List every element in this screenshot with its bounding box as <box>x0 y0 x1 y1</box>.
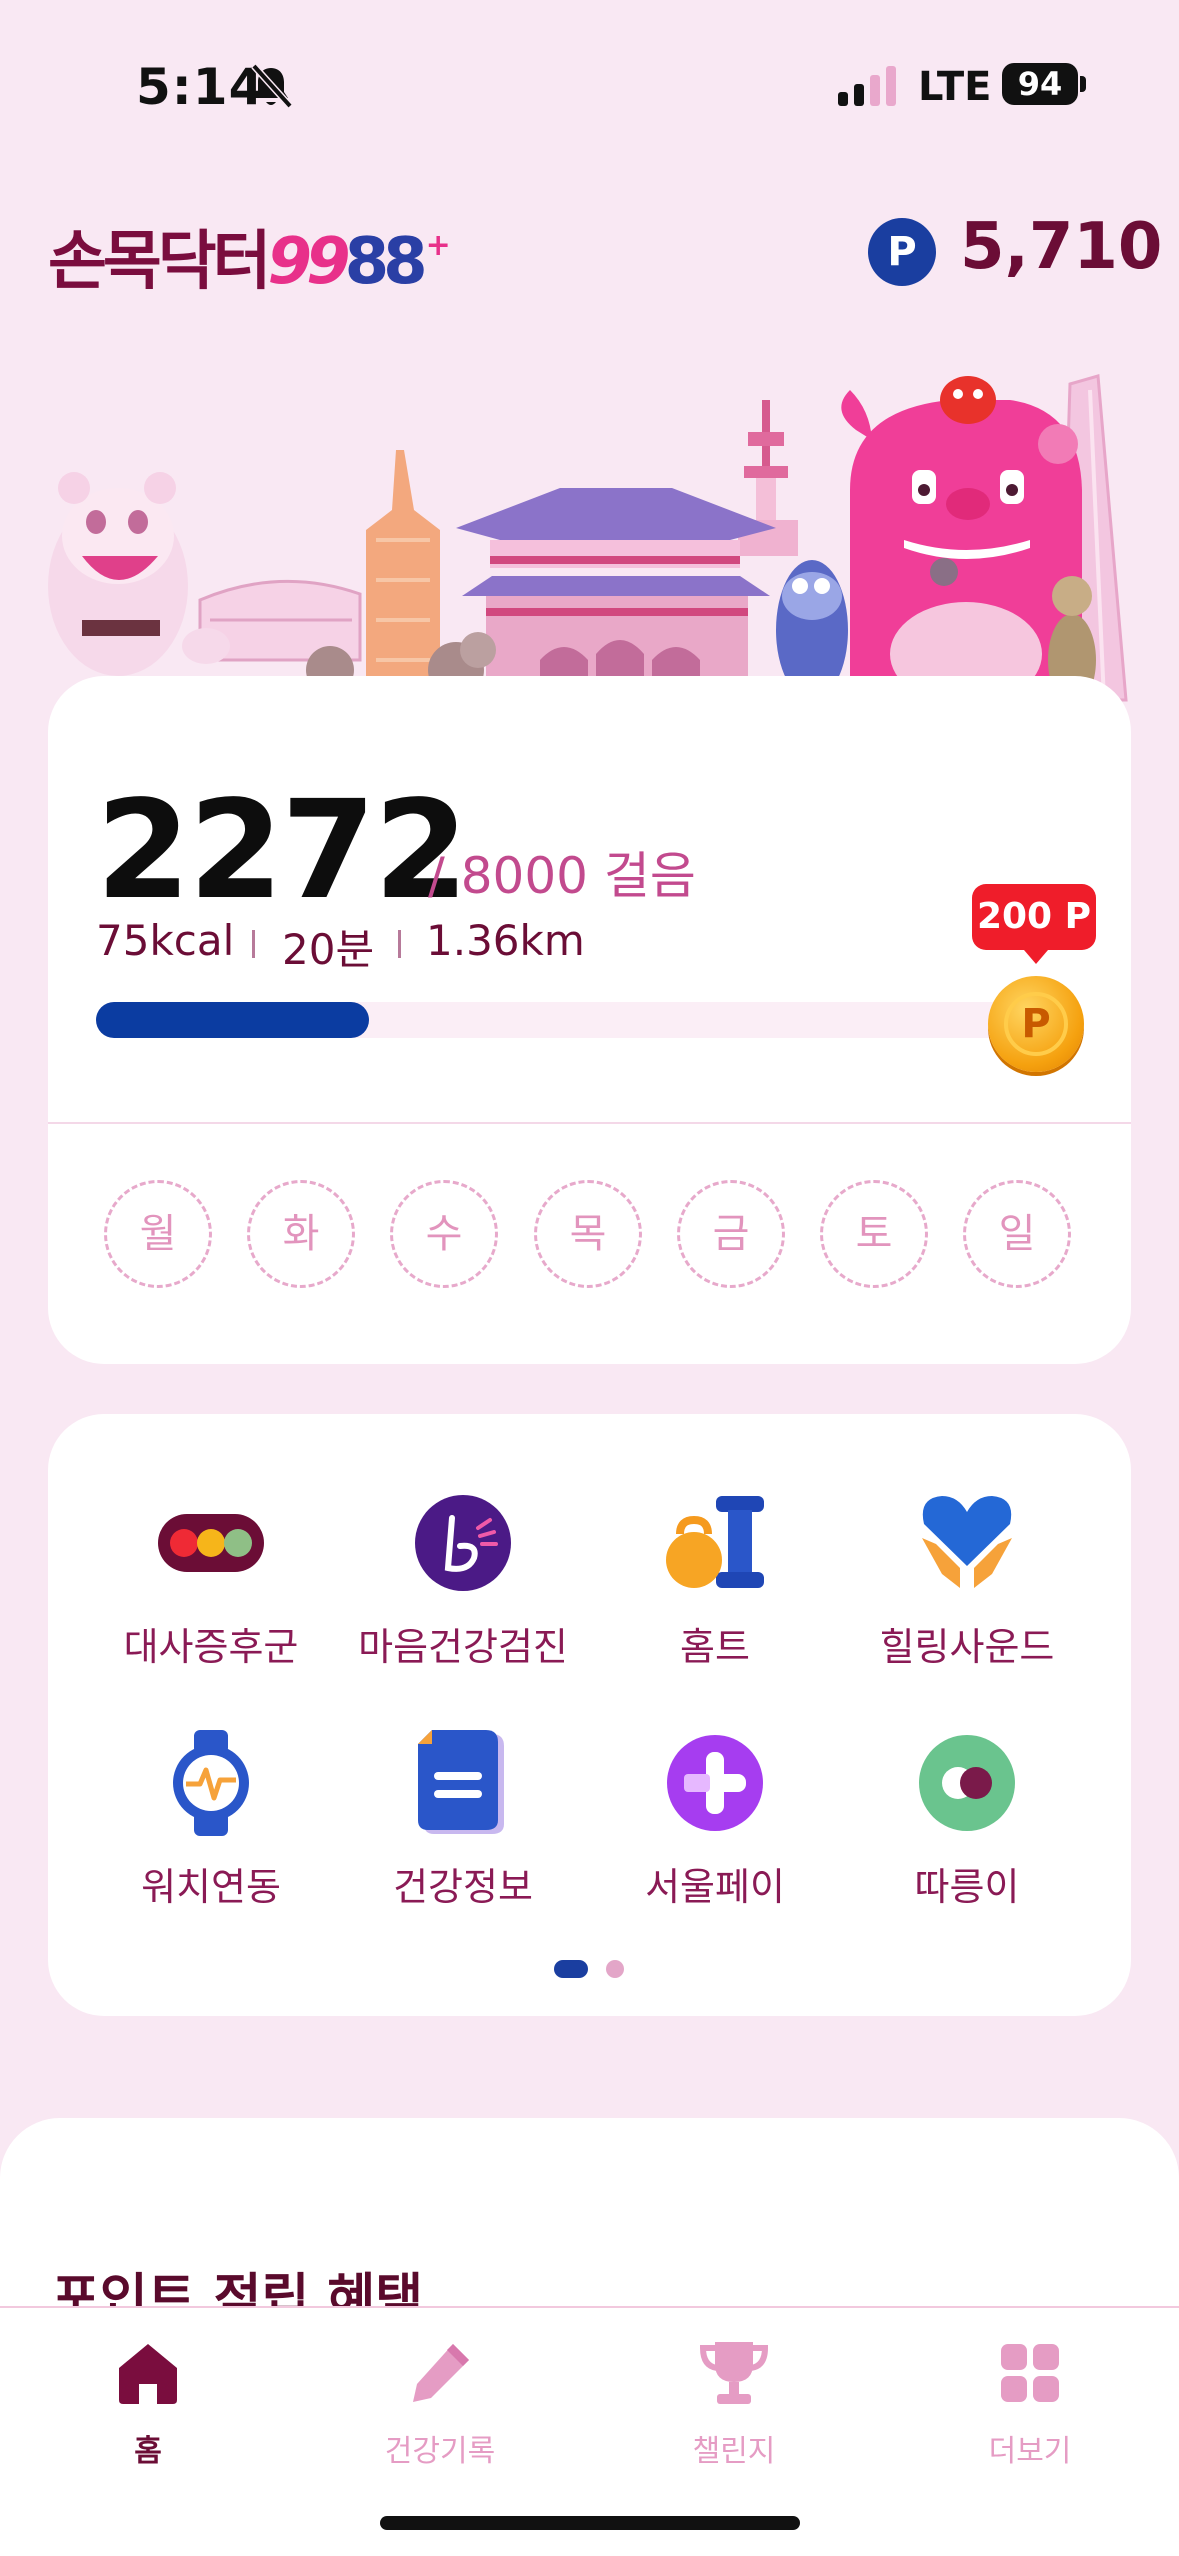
quick-menu-card: 대사증후군 마음건강검진 홈트 힐링사운드 워치연동 건강정보 서울페이 따릉이 <box>48 1414 1131 2016</box>
weekday-sat[interactable]: 토 <box>820 1180 928 1288</box>
reward-points-tag: 200 P <box>972 884 1096 964</box>
step-goal: / 8000 걸음 <box>428 847 696 905</box>
stat-divider <box>252 930 255 958</box>
home-indicator[interactable] <box>380 2516 800 2530</box>
bike-share-icon <box>919 1735 1015 1831</box>
weekday-mon[interactable]: 월 <box>104 1180 212 1288</box>
logo-number-b: 88 <box>344 225 428 299</box>
document-icon <box>418 1730 504 1834</box>
weekday-sun[interactable]: 일 <box>963 1180 1071 1288</box>
battery-level: 94 <box>1002 63 1078 105</box>
seoul-pay-icon <box>667 1735 763 1831</box>
pencil-icon <box>413 2344 469 2402</box>
logo-plus: + <box>425 228 451 263</box>
menu-label: 워치연동 <box>141 1865 281 1909</box>
bell-muted-icon <box>251 63 293 109</box>
menu-metabolic-syndrome[interactable]: 대사증후군 <box>86 1488 336 1671</box>
grid-icon <box>1001 2344 1059 2402</box>
menu-label: 마음건강검진 <box>358 1625 568 1669</box>
menu-label: 서울페이 <box>645 1865 785 1909</box>
tab-label: 건강기록 <box>384 2434 496 2469</box>
tab-challenge[interactable]: 챌린지 <box>634 2338 834 2470</box>
points-icon[interactable]: P <box>868 218 936 286</box>
distance-stat: 1.36km <box>426 916 585 965</box>
point-coin-icon[interactable]: P <box>988 976 1084 1072</box>
heart-hands-icon <box>922 1496 1012 1588</box>
duration-stat: 20분 <box>282 925 375 974</box>
menu-healing-sound[interactable]: 힐링사운드 <box>842 1488 1092 1671</box>
tab-more[interactable]: 더보기 <box>930 2338 1130 2470</box>
tab-label: 홈 <box>134 2434 162 2469</box>
kettlebell-dumbbell-icon <box>666 1496 764 1588</box>
menu-seoul-pay[interactable]: 서울페이 <box>590 1728 840 1911</box>
step-count: 2272 <box>96 772 469 930</box>
menu-label: 대사증후군 <box>123 1625 299 1669</box>
app-logo[interactable]: 손목닥터 99 88 + <box>48 210 451 299</box>
step-progress-bar <box>96 1002 1056 1038</box>
weekday-tue[interactable]: 화 <box>247 1180 355 1288</box>
tab-label: 챌린지 <box>692 2434 776 2469</box>
menu-watch-sync[interactable]: 워치연동 <box>86 1728 336 1911</box>
step-counter-card[interactable]: 2272 / 8000 걸음 75kcal 20분 1.36km 200 P P… <box>48 676 1131 1364</box>
weekday-wed[interactable]: 수 <box>390 1180 498 1288</box>
tab-label: 더보기 <box>988 2434 1072 2469</box>
status-time: 5:14 <box>136 58 265 116</box>
traffic-light-icon <box>158 1514 264 1572</box>
menu-mind-health-check[interactable]: 마음건강검진 <box>338 1488 588 1671</box>
points-balance[interactable]: 5,710 <box>960 210 1162 284</box>
smartwatch-icon <box>173 1730 249 1836</box>
page-indicator[interactable] <box>606 1960 624 1978</box>
menu-label: 힐링사운드 <box>879 1625 1055 1669</box>
menu-label: 홈트 <box>680 1625 750 1669</box>
weekday-fri[interactable]: 금 <box>677 1180 785 1288</box>
cellular-signal-icon <box>838 66 896 106</box>
menu-ddareungi[interactable]: 따릉이 <box>842 1728 1092 1911</box>
menu-label: 따릉이 <box>914 1865 1020 1909</box>
coin-symbol: P <box>1004 992 1068 1056</box>
trophy-icon <box>699 2342 769 2404</box>
menu-label: 건강정보 <box>393 1865 533 1909</box>
card-divider <box>48 1122 1131 1124</box>
tab-health-record[interactable]: 건강기록 <box>340 2338 540 2470</box>
step-progress-fill <box>96 1002 369 1038</box>
network-type: LTE <box>918 64 992 110</box>
tab-home[interactable]: 홈 <box>48 2338 248 2470</box>
calories-stat: 75kcal <box>96 916 235 965</box>
battery-tip <box>1080 76 1086 92</box>
menu-home-training[interactable]: 홈트 <box>590 1488 840 1671</box>
menu-health-info[interactable]: 건강정보 <box>338 1728 588 1911</box>
status-bar: 5:14 LTE 94 <box>0 0 1179 170</box>
mind-health-icon <box>415 1495 511 1591</box>
stat-divider <box>398 930 401 958</box>
logo-number-a: 99 <box>267 225 351 299</box>
logo-text: 손목닥터 <box>48 225 272 299</box>
weekday-thu[interactable]: 목 <box>534 1180 642 1288</box>
home-icon <box>119 2344 177 2404</box>
page-indicator-active[interactable] <box>554 1960 588 1978</box>
